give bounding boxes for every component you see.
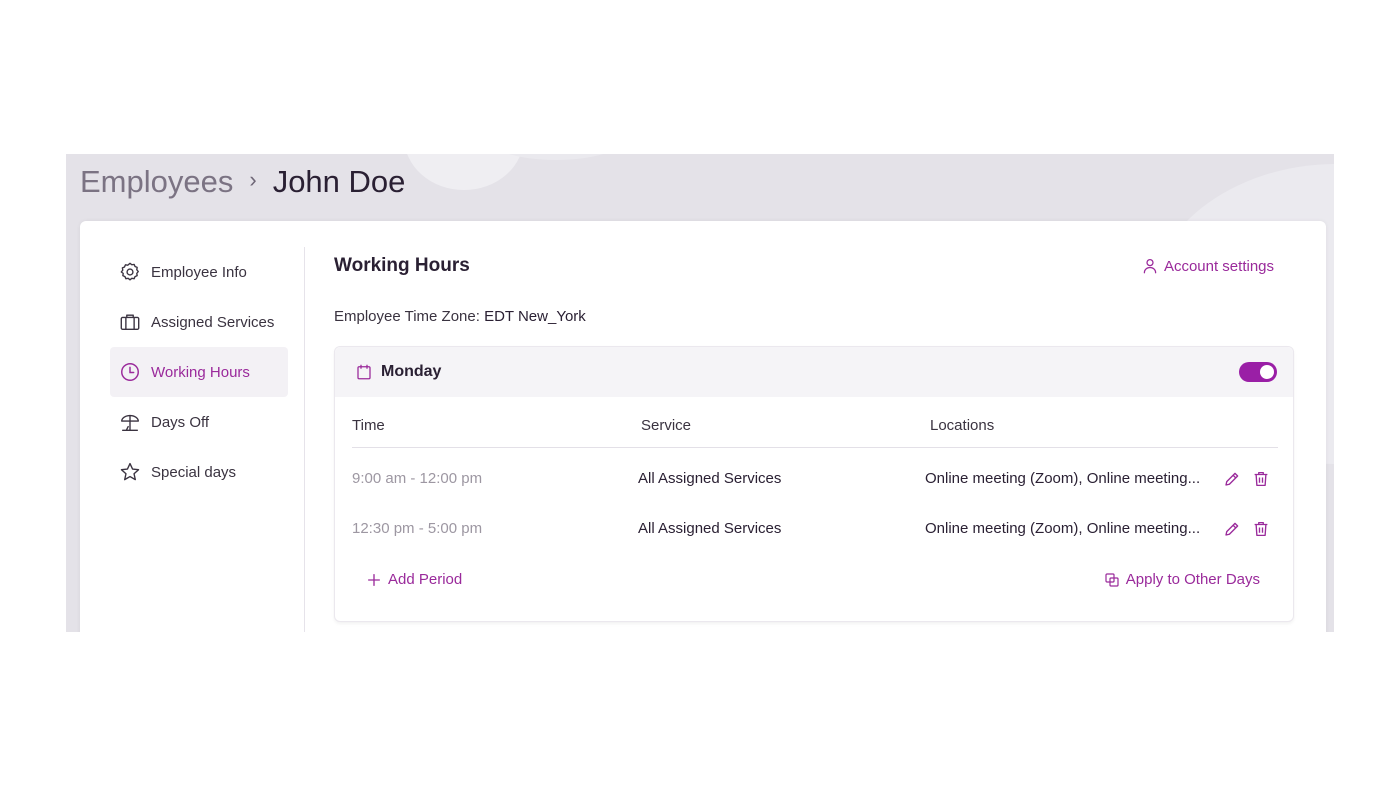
trash-icon xyxy=(1254,521,1268,537)
sidebar-item-label: Days Off xyxy=(151,413,210,431)
page-frame: Employees › John Doe Employee Info Assig… xyxy=(66,154,1334,632)
add-period-button[interactable]: Add Period xyxy=(366,571,462,588)
sidebar-item-label: Assigned Services xyxy=(151,313,275,331)
delete-period-button[interactable] xyxy=(1251,469,1271,489)
pencil-icon xyxy=(1225,522,1239,536)
copy-icon xyxy=(1105,572,1119,587)
page-title: John Doe xyxy=(272,164,406,199)
employee-card: Employee Info Assigned Services Working … xyxy=(80,221,1326,632)
table-row: 9:00 am - 12:00 pm All Assigned Services… xyxy=(352,470,1278,494)
delete-period-button[interactable] xyxy=(1251,519,1271,539)
timezone-label: Employee Time Zone: xyxy=(334,308,480,325)
user-icon xyxy=(1143,258,1157,274)
column-header-service: Service xyxy=(641,417,692,434)
column-header-time: Time xyxy=(352,417,385,434)
period-service: All Assigned Services xyxy=(638,520,782,537)
edit-period-button[interactable] xyxy=(1222,469,1242,489)
plus-icon xyxy=(368,573,380,586)
sidebar-divider xyxy=(304,247,305,632)
sidebar-item-assigned-services[interactable]: Assigned Services xyxy=(110,297,288,347)
column-header-locations: Locations xyxy=(930,417,995,434)
add-period-label: Add Period xyxy=(388,571,463,588)
breadcrumb: Employees › John Doe xyxy=(80,162,405,202)
section-title: Working Hours xyxy=(334,255,470,276)
period-locations: Online meeting (Zoom), Online meeting... xyxy=(925,520,1201,537)
sidebar-item-employee-info[interactable]: Employee Info xyxy=(110,247,288,297)
sidebar-item-special-days[interactable]: Special days xyxy=(110,447,288,497)
sidebar-item-label: Employee Info xyxy=(151,263,247,281)
sidebar-item-label: Working Hours xyxy=(151,363,250,381)
gear-icon xyxy=(118,260,142,284)
day-panel-monday: Monday Time Service Locations 9:00 am - … xyxy=(334,346,1294,622)
beach-umbrella-icon xyxy=(118,410,142,434)
toggle-knob xyxy=(1260,365,1274,379)
breadcrumb-employees-link[interactable]: Employees xyxy=(80,164,233,200)
edit-period-button[interactable] xyxy=(1222,519,1242,539)
day-enabled-toggle[interactable] xyxy=(1239,362,1277,382)
day-header: Monday xyxy=(335,347,1293,397)
timezone-line: Employee Time Zone: EDT New_York xyxy=(334,308,586,325)
apply-to-other-days-button[interactable]: Apply to Other Days xyxy=(1104,571,1260,588)
pencil-icon xyxy=(1225,472,1239,486)
period-time: 12:30 pm - 5:00 pm xyxy=(352,520,483,537)
apply-to-other-days-label: Apply to Other Days xyxy=(1125,571,1260,588)
day-name: Monday xyxy=(381,363,442,380)
trash-icon xyxy=(1254,471,1268,487)
account-settings-label: Account settings xyxy=(1163,257,1274,275)
sidebar-item-label: Special days xyxy=(151,463,237,481)
period-locations: Online meeting (Zoom), Online meeting... xyxy=(925,470,1201,487)
decorative-blob xyxy=(404,154,524,190)
period-time: 9:00 am - 12:00 pm xyxy=(352,470,483,487)
sidebar: Employee Info Assigned Services Working … xyxy=(110,247,288,497)
sidebar-item-working-hours[interactable]: Working Hours xyxy=(110,347,288,397)
table-header: Time Service Locations xyxy=(352,417,1278,448)
breadcrumb-separator: › xyxy=(249,167,257,192)
briefcase-icon xyxy=(118,310,142,334)
period-service: All Assigned Services xyxy=(638,470,782,487)
calendar-icon xyxy=(357,364,371,380)
timezone-value: EDT New_York xyxy=(484,308,586,325)
sidebar-item-days-off[interactable]: Days Off xyxy=(110,397,288,447)
clock-icon xyxy=(118,360,142,384)
table-row: 12:30 pm - 5:00 pm All Assigned Services… xyxy=(352,520,1278,544)
account-settings-link[interactable]: Account settings xyxy=(1141,257,1274,275)
star-icon xyxy=(118,460,142,484)
